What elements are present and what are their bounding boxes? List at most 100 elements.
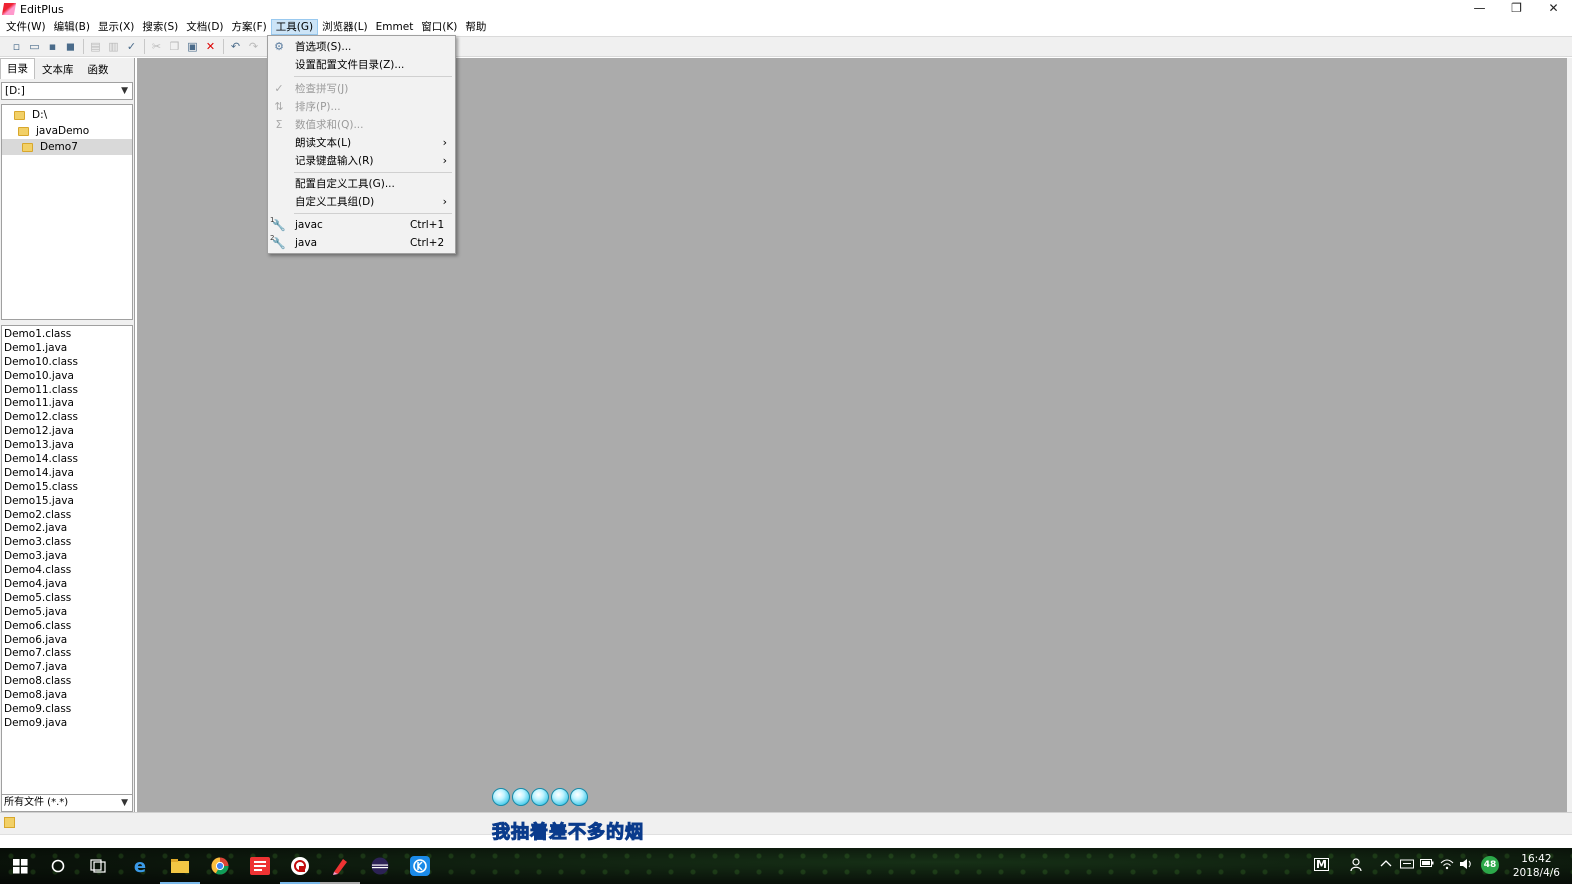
print-icon[interactable]: ▥ [105,38,122,55]
menu-item-speak-text[interactable]: 朗读文本(L) › [268,133,455,151]
menu-7[interactable]: 浏览器(L) [318,19,372,35]
menu-item-spell-check[interactable]: ✓ 检查拼写(J) [268,79,455,97]
eclipse-icon[interactable] [370,856,390,876]
windows-start-icon[interactable] [10,856,30,876]
save-icon[interactable]: ▪ [44,38,61,55]
file-list-item[interactable]: Demo9.java [2,717,132,731]
kugou-music-icon[interactable] [410,856,430,876]
file-list-item[interactable]: Demo2.class [2,509,132,523]
file-list-item[interactable]: Demo12.java [2,425,132,439]
file-explorer-icon[interactable] [170,856,190,876]
copy-icon[interactable]: ❐ [166,38,183,55]
file-list-item[interactable]: Demo1.class [2,328,132,342]
keyboard-icon[interactable] [1400,858,1414,873]
file-list-item[interactable]: Demo5.class [2,592,132,606]
task-view-icon[interactable] [88,856,108,876]
new-file-icon[interactable]: ▫ [8,38,25,55]
youdao-dictionary-icon[interactable] [250,856,270,876]
menu-item-label: 配置自定义工具(G)... [295,177,395,190]
menu-8[interactable]: Emmet [372,19,418,35]
file-list-item[interactable]: Demo10.java [2,370,132,384]
file-list-item[interactable]: Demo11.class [2,384,132,398]
file-list-item[interactable]: Demo3.class [2,536,132,550]
menu-item-javac[interactable]: 🔧 1 javac Ctrl+1 [268,216,455,234]
menu-item-java[interactable]: 🔧 2 java Ctrl+2 [268,234,455,252]
file-list-item[interactable]: Demo11.java [2,397,132,411]
drive-select[interactable]: [D:] ▼ [1,82,133,100]
file-list-item[interactable]: Demo4.java [2,578,132,592]
delete-icon[interactable]: ✕ [202,38,219,55]
edge-browser-icon[interactable]: e [130,856,150,877]
file-list-item[interactable]: Demo8.java [2,689,132,703]
menu-3[interactable]: 搜索(S) [138,19,182,35]
menu-4[interactable]: 文档(D) [182,19,227,35]
save-all-icon[interactable]: ◼ [62,38,79,55]
wifi-icon[interactable] [1440,858,1454,873]
volume-icon[interactable] [1459,858,1473,873]
people-icon[interactable] [1350,858,1364,875]
redo-icon[interactable]: ↷ [245,38,262,55]
menu-item-config-user-tools[interactable]: 配置自定义工具(G)... [268,174,455,192]
paste-icon[interactable]: ▣ [184,38,201,55]
tab-cliptext[interactable]: 文本库 [35,60,81,79]
menu-item-sum[interactable]: Σ 数值求和(Q)... [268,115,455,133]
chevron-right-icon: › [442,135,447,149]
file-list-item[interactable]: Demo14.class [2,453,132,467]
file-list-item[interactable]: Demo2.java [2,522,132,536]
file-list-item[interactable]: Demo15.class [2,481,132,495]
file-list-item[interactable]: Demo10.class [2,356,132,370]
menu-10[interactable]: 帮助 [461,19,490,35]
print-preview-icon[interactable]: ▤ [87,38,104,55]
close-button[interactable]: ✕ [1535,0,1572,18]
file-list-item[interactable]: Demo4.class [2,564,132,578]
file-list-item[interactable]: Demo12.class [2,411,132,425]
system-clock[interactable]: 16:42 2018/4/6 [1513,852,1560,880]
file-list-item[interactable]: Demo9.class [2,703,132,717]
menu-0[interactable]: 文件(W) [2,19,50,35]
undo-icon[interactable]: ↶ [227,38,244,55]
toolbar-separator [144,39,145,54]
right-edge [1567,58,1572,812]
restore-button[interactable]: ❐ [1498,0,1535,18]
file-list-item[interactable]: Demo13.java [2,439,132,453]
chrome-browser-icon[interactable] [210,856,230,876]
file-list-item[interactable]: Demo14.java [2,467,132,481]
tree-node[interactable]: Demo7 [2,139,132,155]
chevron-up-icon[interactable] [1380,858,1392,871]
battery-icon[interactable] [1420,858,1434,871]
file-list-item[interactable]: Demo8.class [2,675,132,689]
tab-directory[interactable]: 目录 [0,58,35,79]
menu-6[interactable]: 工具(G) [270,18,319,35]
menu-item-tool-group[interactable]: 自定义工具组(D) › [268,192,455,210]
minimize-button[interactable]: — [1461,0,1498,18]
file-list-item[interactable]: Demo3.java [2,550,132,564]
ime-indicator[interactable]: M [1314,858,1329,871]
file-list-item[interactable]: Demo15.java [2,495,132,509]
menu-1[interactable]: 编辑(B) [50,19,94,35]
editplus-taskbar-icon[interactable] [330,856,350,876]
menu-5[interactable]: 方案(F) [228,19,271,35]
menu-item-config-dir[interactable]: 设置配置文件目录(Z)... [268,55,455,73]
menu-item-sort[interactable]: ⇅ 排序(P)... [268,97,455,115]
cut-icon[interactable]: ✂ [148,38,165,55]
tree-node[interactable]: D:\ [2,107,132,123]
file-list-item[interactable]: Demo6.java [2,634,132,648]
tree-node[interactable]: javaDemo [2,123,132,139]
menu-9[interactable]: 窗口(K) [417,19,461,35]
tab-functions[interactable]: 函数 [81,60,116,79]
file-list-item[interactable]: Demo7.class [2,647,132,661]
spell-icon[interactable]: ✓ [123,38,140,55]
menu-item-preferences[interactable]: ⚙ 首选项(S)... [268,37,455,55]
file-list-item[interactable]: Demo5.java [2,606,132,620]
open-icon[interactable]: ▭ [26,38,43,55]
file-filter-select[interactable]: 所有文件 (*.*) ▼ [1,794,133,812]
file-list-item[interactable]: Demo1.java [2,342,132,356]
file-list-item[interactable]: Demo6.class [2,620,132,634]
cortana-search-icon[interactable] [48,856,68,876]
file-list-item[interactable]: Demo7.java [2,661,132,675]
menu-item-label: 检查拼写(J) [295,82,349,95]
menu-item-record-keystrokes[interactable]: 记录键盘输入(R) › [268,151,455,169]
menu-2[interactable]: 显示(X) [94,19,138,35]
netease-music-icon[interactable] [290,856,310,876]
security-badge-icon[interactable]: 48 [1481,856,1499,874]
